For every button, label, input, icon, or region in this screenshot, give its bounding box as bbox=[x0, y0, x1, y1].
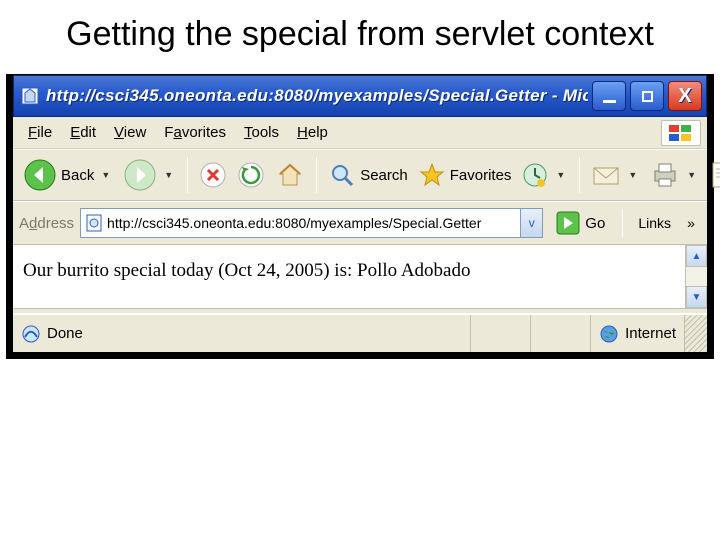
favorites-button[interactable]: Favorites bbox=[414, 159, 516, 191]
menu-tools[interactable]: Tools bbox=[235, 122, 288, 143]
forward-button[interactable]: ▼ bbox=[119, 156, 180, 194]
menu-favorites[interactable]: Favorites bbox=[155, 122, 235, 143]
globe-icon bbox=[599, 324, 619, 344]
separator bbox=[622, 209, 623, 237]
history-dropdown-icon[interactable]: ▼ bbox=[553, 170, 568, 180]
content-area: Our burrito special today (Oct 24, 2005)… bbox=[13, 245, 707, 308]
scroll-down-icon[interactable]: ▼ bbox=[686, 286, 707, 308]
status-blank bbox=[531, 315, 591, 352]
refresh-button[interactable] bbox=[233, 159, 269, 191]
links-overflow[interactable]: » bbox=[681, 215, 701, 231]
ie-small-icon bbox=[21, 324, 41, 344]
print-dropdown-icon[interactable]: ▼ bbox=[684, 170, 699, 180]
menu-edit[interactable]: Edit bbox=[61, 122, 105, 143]
vertical-scrollbar[interactable]: ▲ ▼ bbox=[685, 245, 707, 308]
separator bbox=[579, 157, 580, 193]
back-label: Back bbox=[61, 167, 94, 184]
status-zone: Internet bbox=[591, 315, 685, 352]
toolbar: Back ▼ ▼ bbox=[13, 149, 707, 201]
window-controls: X bbox=[592, 81, 702, 111]
page-body-text: Our burrito special today (Oct 24, 2005)… bbox=[23, 260, 471, 281]
address-input[interactable] bbox=[103, 213, 520, 233]
favorites-label: Favorites bbox=[450, 167, 512, 184]
go-label: Go bbox=[585, 215, 605, 232]
scroll-up-icon[interactable]: ▲ bbox=[686, 245, 707, 267]
menu-file[interactable]: File bbox=[19, 122, 61, 143]
status-zone-text: Internet bbox=[625, 325, 676, 342]
print-button[interactable]: ▼ bbox=[646, 159, 703, 191]
home-button[interactable] bbox=[271, 158, 309, 192]
history-button[interactable]: ▼ bbox=[517, 159, 572, 191]
resize-grip-icon[interactable] bbox=[685, 315, 707, 352]
stop-button[interactable] bbox=[195, 159, 231, 191]
minimize-button[interactable] bbox=[592, 81, 626, 111]
status-left: Done bbox=[13, 315, 471, 352]
separator bbox=[316, 157, 317, 193]
forward-dropdown-icon[interactable]: ▼ bbox=[161, 170, 176, 180]
scroll-track[interactable] bbox=[686, 267, 707, 286]
address-field-wrap: v bbox=[80, 208, 543, 238]
back-button[interactable]: Back ▼ bbox=[19, 156, 117, 194]
menu-view[interactable]: View bbox=[105, 122, 155, 143]
ie-icon bbox=[20, 86, 40, 106]
mail-button[interactable]: ▼ bbox=[587, 160, 644, 190]
screenshot-frame: http://csci345.oneonta.edu:8080/myexampl… bbox=[6, 74, 714, 359]
page-icon bbox=[85, 213, 103, 233]
mail-dropdown-icon[interactable]: ▼ bbox=[625, 170, 640, 180]
slide: Getting the special from servlet context… bbox=[0, 0, 720, 540]
status-blank bbox=[471, 315, 531, 352]
window-title: http://csci345.oneonta.edu:8080/myexampl… bbox=[46, 86, 588, 106]
page-body: Our burrito special today (Oct 24, 2005)… bbox=[13, 245, 685, 308]
menu-help[interactable]: Help bbox=[288, 122, 337, 143]
search-label: Search bbox=[360, 167, 408, 184]
windows-flag-icon bbox=[661, 120, 701, 146]
slide-title: Getting the special from servlet context bbox=[0, 0, 720, 70]
address-dropdown-icon[interactable]: v bbox=[520, 209, 542, 237]
links-label[interactable]: Links bbox=[634, 215, 675, 231]
close-button[interactable]: X bbox=[668, 81, 702, 111]
search-button[interactable]: Search bbox=[324, 159, 412, 191]
statusbar: Done Internet bbox=[13, 314, 707, 352]
browser-window: http://csci345.oneonta.edu:8080/myexampl… bbox=[12, 74, 708, 353]
menubar: File Edit View Favorites Tools Help bbox=[13, 117, 707, 149]
status-done: Done bbox=[47, 325, 83, 342]
separator bbox=[187, 157, 188, 193]
address-label: Address bbox=[19, 215, 74, 232]
back-dropdown-icon[interactable]: ▼ bbox=[98, 170, 113, 180]
addressbar: Address v Go Links » bbox=[13, 201, 707, 245]
edit-button[interactable] bbox=[705, 158, 720, 192]
maximize-button[interactable] bbox=[630, 81, 664, 111]
go-button[interactable]: Go bbox=[549, 210, 611, 236]
titlebar[interactable]: http://csci345.oneonta.edu:8080/myexampl… bbox=[13, 75, 707, 117]
